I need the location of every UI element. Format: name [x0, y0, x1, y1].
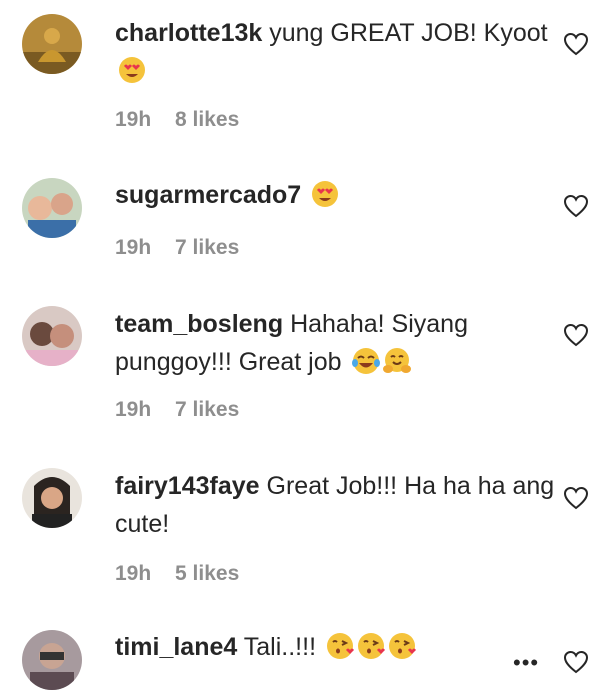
avatar[interactable] [22, 178, 82, 238]
comment-username[interactable]: charlotte13k [115, 19, 262, 47]
comment-time: 19h [115, 236, 152, 259]
avatar[interactable] [22, 306, 82, 366]
comment-username[interactable]: timi_lane4 [115, 633, 237, 661]
comment-meta: 19h 7 likes [115, 398, 239, 422]
heart-outline-icon[interactable] [563, 323, 589, 347]
comment-text: sugarmercado7 [115, 176, 555, 214]
comment-meta: 19h 5 likes [115, 562, 239, 586]
kissing-face-emoji [357, 632, 385, 660]
comment-username[interactable]: sugarmercado7 [115, 181, 301, 209]
heart-outline-icon[interactable] [563, 650, 589, 674]
heart-outline-icon[interactable] [563, 486, 589, 510]
avatar[interactable] [22, 630, 82, 690]
heart-eyes-emoji [118, 56, 146, 84]
comment-likes[interactable]: 8 likes [175, 108, 239, 131]
heart-eyes-emoji [311, 180, 339, 208]
comment-meta: 19h 8 likes [115, 108, 239, 132]
comment-username[interactable]: team_bosleng [115, 310, 283, 338]
comment-username[interactable]: fairy143faye [115, 472, 260, 500]
comment-likes[interactable]: 5 likes [175, 562, 239, 585]
comment-meta: 19h 7 likes [115, 236, 239, 260]
comment-body: Tali..!!! [243, 633, 317, 661]
comment-time: 19h [115, 108, 152, 131]
avatar[interactable] [22, 14, 82, 74]
hugging-face-emoji [382, 347, 411, 375]
comment-text: charlotte13k yung GREAT JOB! Kyoot [115, 14, 555, 90]
comment-body: yung GREAT JOB! Kyoot [269, 19, 548, 47]
comment-likes[interactable]: 7 likes [175, 236, 239, 259]
kissing-face-emoji [326, 632, 354, 660]
comment-time: 19h [115, 398, 152, 421]
tears-of-joy-emoji [351, 347, 380, 375]
heart-outline-icon[interactable] [563, 194, 589, 218]
comment-time: 19h [115, 562, 152, 585]
comment-likes[interactable]: 7 likes [175, 398, 239, 421]
kissing-face-emoji [388, 632, 416, 660]
comment-text: team_bosleng Hahaha! Siyang punggoy!!! G… [115, 305, 555, 381]
comment-text: fairy143faye Great Job!!! Ha ha ha ang c… [115, 467, 555, 543]
more-options-icon[interactable]: ••• [513, 650, 539, 676]
comment-text: timi_lane4 Tali..!!! [115, 628, 555, 666]
avatar[interactable] [22, 468, 82, 528]
heart-outline-icon[interactable] [563, 32, 589, 56]
